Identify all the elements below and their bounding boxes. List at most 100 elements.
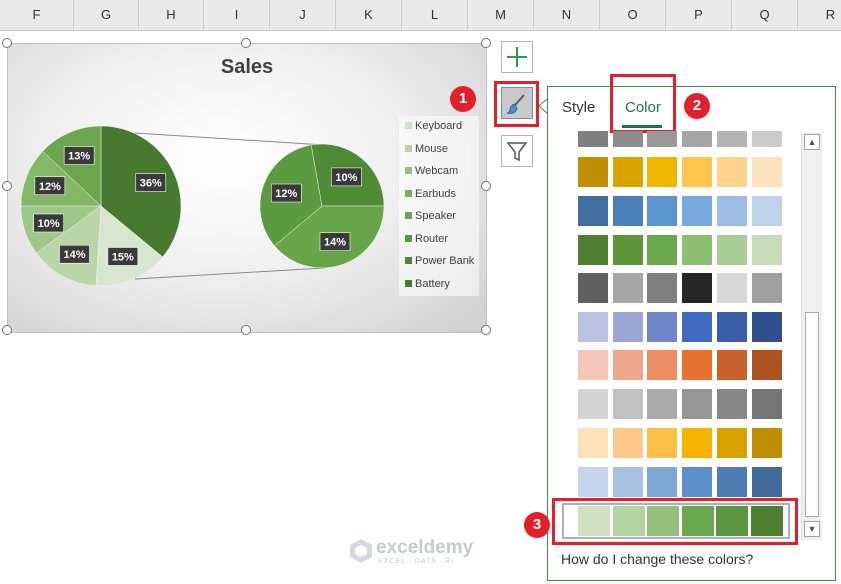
column-header-o[interactable]: O: [600, 0, 666, 30]
color-swatch: [682, 157, 713, 187]
legend-item-keyboard: Keyboard: [405, 120, 462, 136]
resize-handle-right[interactable]: [481, 181, 491, 191]
watermark-name: exceldemy: [376, 537, 474, 558]
primary-pie-data-label: 15%: [112, 251, 134, 263]
resize-handle-top[interactable]: [241, 38, 251, 48]
legend-item-router: Router: [405, 233, 448, 249]
primary-pie-data-label: 10%: [38, 218, 60, 230]
color-swatch: [716, 467, 747, 497]
column-header-j[interactable]: J: [270, 0, 336, 30]
legend-label: Battery: [415, 278, 450, 290]
color-swatch: [682, 467, 713, 497]
color-swatch: [647, 428, 678, 458]
color-swatch: [578, 350, 608, 380]
color-swatch: [751, 196, 782, 226]
scroll-up-button[interactable]: ▲: [804, 134, 820, 150]
chart-elements-button[interactable]: [501, 41, 533, 73]
legend-label: Speaker: [415, 210, 456, 222]
step-badge-3: 3: [524, 512, 550, 538]
legend-swatch: [405, 257, 412, 264]
color-swatch: [647, 389, 678, 419]
color-swatch: [751, 350, 782, 380]
highlight-box-green-palette: [552, 498, 798, 545]
color-swatch: [612, 157, 643, 187]
legend-swatch: [405, 145, 412, 152]
watermark-tagline: EXCEL · DATA · BI: [378, 558, 454, 565]
color-swatch: [578, 467, 608, 497]
legend-swatch: [405, 212, 412, 219]
color-swatch: [716, 235, 747, 265]
color-swatch: [751, 131, 782, 147]
color-swatch: [682, 428, 713, 458]
pie-of-pie-chart[interactable]: Sales 36% 15% 14% 10% 12% 13% 12% 10% 14% Keyboa…: [7, 43, 487, 333]
legend-swatch: [405, 280, 412, 287]
color-swatch: [578, 196, 608, 226]
resize-handle-top-right[interactable]: [481, 38, 491, 48]
color-swatch: [612, 428, 643, 458]
color-swatch: [647, 350, 678, 380]
column-header-h[interactable]: H: [139, 0, 204, 30]
resize-handle-bottom-left[interactable]: [2, 325, 12, 335]
color-swatch: [578, 428, 608, 458]
color-swatch: [716, 312, 747, 342]
color-swatch: [716, 389, 747, 419]
column-header-n[interactable]: N: [534, 0, 600, 30]
resize-handle-bottom-right[interactable]: [481, 325, 491, 335]
color-swatch: [682, 312, 713, 342]
color-swatch: [682, 131, 713, 147]
column-header-k[interactable]: K: [336, 0, 402, 30]
color-swatch: [751, 389, 782, 419]
highlight-box-color-tab: [610, 74, 676, 133]
color-swatch: [716, 273, 747, 303]
column-header-m[interactable]: M: [468, 0, 534, 30]
connector-line-bottom: [134, 267, 325, 280]
color-swatch: [578, 273, 608, 303]
legend-item-mouse: Mouse: [405, 143, 448, 159]
color-swatch: [716, 157, 747, 187]
legend-item-earbuds: Earbuds: [405, 188, 456, 204]
legend-label: Keyboard: [415, 120, 463, 132]
chart-legend[interactable]: Keyboard Mouse Webcam Earbuds Speaker Ro…: [399, 116, 479, 296]
legend-item-power-bank: Power Bank: [405, 255, 474, 271]
tab-style[interactable]: Style: [562, 99, 595, 116]
legend-swatch: [405, 190, 412, 197]
column-header-g[interactable]: G: [74, 0, 139, 30]
legend-label: Webcam: [415, 165, 459, 177]
color-swatch: [682, 235, 713, 265]
primary-pie-data-label: 36%: [140, 178, 162, 190]
column-header-r[interactable]: R: [798, 0, 841, 30]
palette-scrollbar[interactable]: ▲ ▼: [801, 132, 822, 540]
highlight-box-styles-button: [494, 81, 539, 127]
chart-filters-button[interactable]: [501, 135, 533, 167]
scroll-down-button[interactable]: ▼: [804, 521, 820, 537]
column-header-l[interactable]: L: [402, 0, 468, 30]
color-swatch: [647, 467, 678, 497]
column-header-q[interactable]: Q: [732, 0, 798, 30]
color-swatch: [682, 196, 713, 226]
primary-pie-data-label: 14%: [63, 249, 85, 261]
legend-item-battery: Battery: [405, 278, 450, 294]
color-swatch: [716, 196, 747, 226]
legend-swatch: [405, 235, 412, 242]
legend-label: Earbuds: [415, 188, 456, 200]
primary-pie-data-label: 12%: [39, 181, 61, 193]
column-header-f[interactable]: F: [0, 0, 74, 30]
color-swatch: [578, 157, 608, 187]
resize-handle-top-left[interactable]: [2, 38, 12, 48]
help-change-colors-link[interactable]: How do I change these colors?: [561, 551, 753, 567]
color-swatch: [647, 312, 678, 342]
secondary-pie-data-label: 10%: [335, 172, 357, 184]
column-header-i[interactable]: I: [204, 0, 270, 30]
color-swatch: [751, 428, 782, 458]
color-swatch: [578, 131, 608, 147]
resize-handle-left[interactable]: [2, 181, 12, 191]
color-swatch: [612, 273, 643, 303]
column-header-p[interactable]: P: [666, 0, 732, 30]
exceldemy-logo-icon: [350, 539, 372, 563]
legend-item-speaker: Speaker: [405, 210, 456, 226]
color-swatch: [647, 273, 678, 303]
legend-item-webcam: Webcam: [405, 165, 458, 181]
step-badge-1: 1: [450, 86, 476, 112]
resize-handle-bottom[interactable]: [241, 325, 251, 335]
scrollbar-thumb[interactable]: [805, 312, 819, 517]
